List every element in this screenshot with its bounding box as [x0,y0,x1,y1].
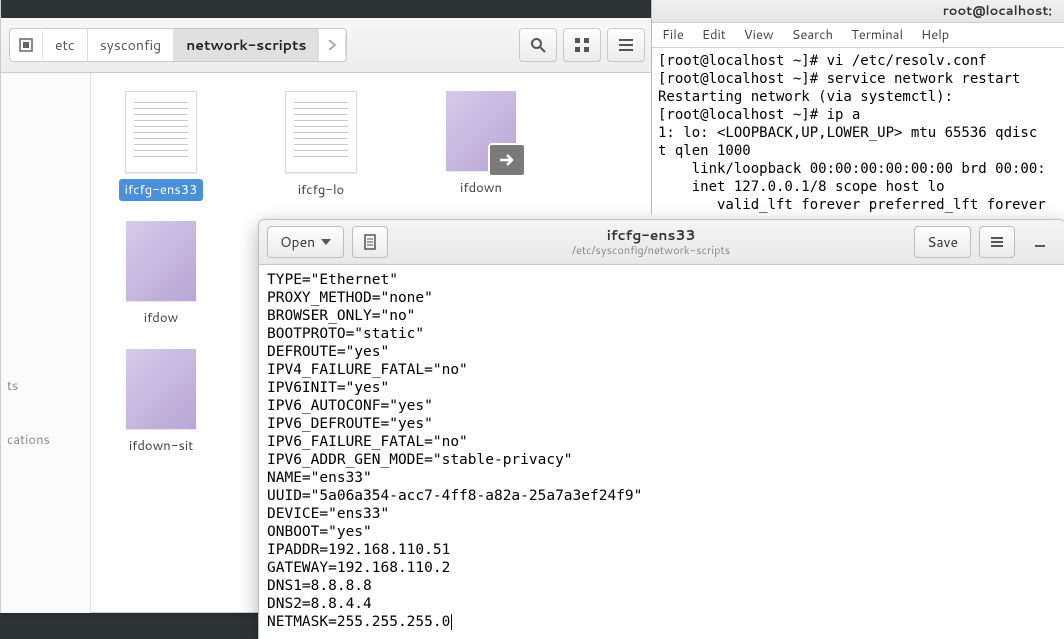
terminal-menu-view[interactable]: View [744,26,774,44]
sidebar-hint: ts [1,373,90,399]
file-item[interactable]: ifdown-sit [101,349,221,457]
text-file-icon [125,91,197,173]
file-item[interactable]: ifdow [101,221,221,329]
terminal-menu-file[interactable]: File [662,26,684,44]
chevron-down-icon [321,237,331,247]
breadcrumb: etc sysconfig network-scripts [9,28,347,62]
hamburger-button[interactable] [979,226,1015,258]
list-icon [618,37,634,53]
file-label: ifcfg-ens33 [119,179,204,201]
file-item[interactable]: ifcfg-ens33 [101,91,221,201]
home-icon [18,37,34,53]
text-editor-window: Open ifcfg-ens33 /etc/sysconfig/network-… [258,219,1064,639]
script-file-icon [126,349,196,429]
file-item[interactable]: ifdown [421,91,541,201]
file-manager-sidebar: ts cations [1,73,91,613]
text-file-icon [285,91,357,173]
text-caret [451,614,452,630]
new-doc-button[interactable] [352,226,388,258]
search-icon [530,37,546,53]
grid-icon [574,37,590,53]
editor-title: ifcfg-ens33 /etc/sysconfig/network-scrip… [396,227,906,257]
editor-filepath: /etc/sysconfig/network-scripts [396,244,906,257]
minimize-button[interactable] [1023,227,1057,257]
breadcrumb-etc[interactable]: etc [43,29,88,61]
save-button[interactable]: Save [914,226,971,258]
script-file-icon [446,91,516,171]
terminal-menu-search[interactable]: Search [792,26,833,44]
terminal-output[interactable]: [root@localhost ~]# vi /etc/resolv.conf … [652,48,1064,225]
symlink-overlay-icon [488,143,526,177]
chevron-right-icon [327,40,337,50]
open-button[interactable]: Open [267,226,344,258]
editor-header: Open ifcfg-ens33 /etc/sysconfig/network-… [259,220,1064,265]
view-grid-button[interactable] [563,28,601,62]
terminal-menubar: File Edit View Search Terminal Help [652,23,1064,48]
sidebar-hint: cations [1,427,90,453]
terminal-window: root@localhost: File Edit View Search Termin… [651,0,1064,215]
hamburger-icon [989,234,1005,250]
save-label: Save [927,232,958,252]
file-label: ifcfg-lo [292,179,351,201]
breadcrumb-sysconfig[interactable]: sysconfig [88,29,175,61]
file-label: ifdown-sit [123,435,199,457]
file-manager-header: etc sysconfig network-scripts [1,18,653,73]
open-label: Open [280,232,315,252]
terminal-title: root@localhost: [652,0,1064,23]
editor-textarea[interactable]: TYPE="Ethernet" PROXY_METHOD="none" BROW… [259,265,1064,639]
terminal-menu-terminal[interactable]: Terminal [851,26,903,44]
breadcrumb-home[interactable] [10,31,43,59]
document-icon [362,234,378,250]
file-label: ifdow [138,307,184,329]
terminal-menu-help[interactable]: Help [921,26,949,44]
breadcrumb-network-scripts[interactable]: network-scripts [174,29,319,61]
search-button[interactable] [519,28,557,62]
script-file-icon [126,221,196,301]
breadcrumb-forward[interactable] [319,34,346,56]
file-label: ifdown [454,177,508,199]
file-item[interactable]: ifcfg-lo [261,91,381,201]
view-list-button[interactable] [607,28,645,62]
terminal-menu-edit[interactable]: Edit [702,26,726,44]
minimize-icon [1033,235,1047,249]
